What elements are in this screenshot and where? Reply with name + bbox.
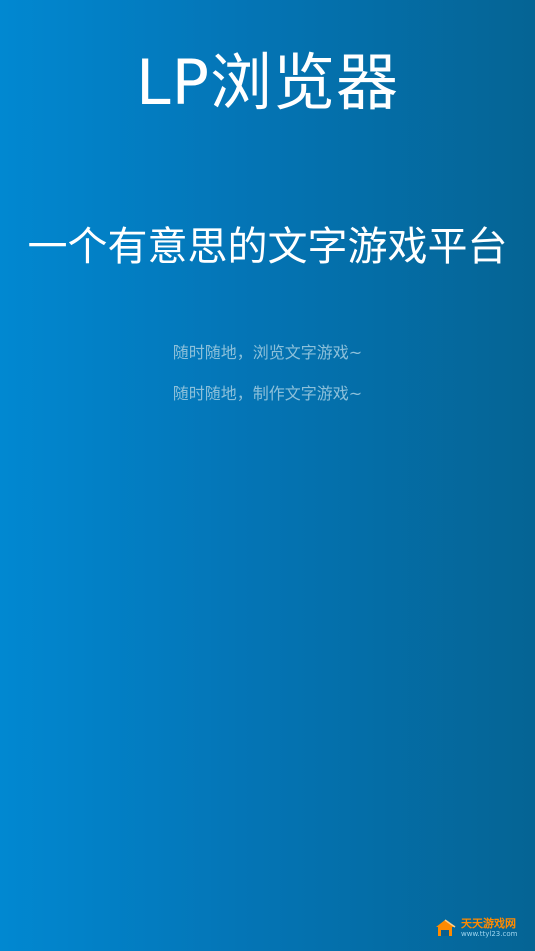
create-games-line: 随时随地，制作文字游戏~ bbox=[172, 384, 363, 403]
watermark-text: 天天游戏网 www.ttyl23.com bbox=[461, 918, 517, 938]
site-watermark: 天天游戏网 www.ttyl23.com bbox=[433, 915, 525, 941]
browse-games-line: 随时随地，浏览文字游戏~ bbox=[172, 343, 363, 362]
house-logo-icon bbox=[436, 919, 456, 936]
watermark-url: www.ttyl23.com bbox=[461, 930, 518, 938]
splash-screen: LP浏览器 一个有意思的文字游戏平台 随时随地，浏览文字游戏~ 随时随地，制作文… bbox=[0, 0, 535, 951]
app-title: LP浏览器 bbox=[136, 46, 399, 119]
watermark-title: 天天游戏网 bbox=[461, 917, 516, 930]
tagline: 一个有意思的文字游戏平台 bbox=[27, 224, 508, 270]
